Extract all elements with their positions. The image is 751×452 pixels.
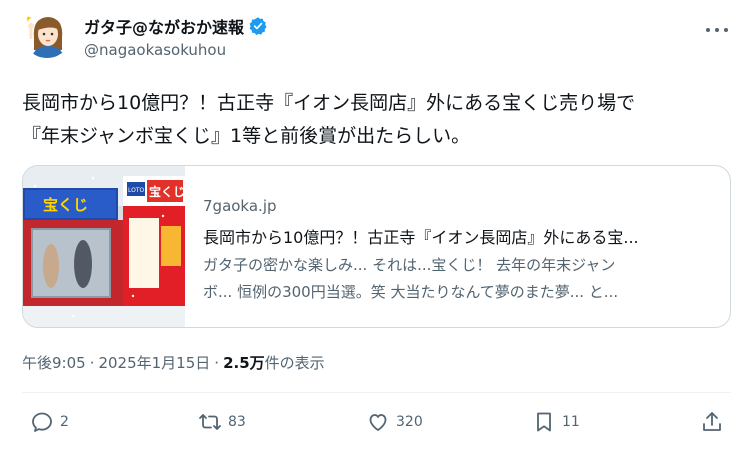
share-icon: [703, 412, 721, 431]
retweet-button[interactable]: 83: [198, 410, 246, 434]
reply-button[interactable]: 2: [30, 410, 69, 434]
views-count: 2.5万: [223, 354, 265, 372]
verified-badge-icon: [249, 17, 267, 35]
booth-sign-right: 宝くじ: [149, 184, 185, 199]
link-preview-image: 宝くじ LOTO 宝くじ: [23, 166, 185, 327]
divider: [22, 392, 731, 393]
link-description: ガタ子の密かな楽しみ... それは...宝くじ！ 去年の年末ジャン ボ... 恒…: [203, 252, 718, 306]
bookmark-button[interactable]: 11: [532, 410, 580, 434]
lottery-booth-photo-icon: 宝くじ LOTO 宝くじ: [23, 166, 185, 327]
views-label: 件の表示: [264, 354, 325, 372]
link-domain: 7gaoka.jp: [203, 197, 277, 215]
reply-icon: [32, 412, 52, 432]
like-count: 320: [396, 414, 423, 430]
avatar-illustration-icon: [22, 8, 72, 58]
retweet-icon: [199, 414, 221, 430]
bookmark-icon: [537, 412, 551, 432]
booth-sign-left: 宝くじ: [43, 196, 88, 214]
tweet-meta: 午後9:05 · 2025年1月15日 · 2.5万 件の表示: [22, 352, 325, 373]
heart-icon: [369, 414, 387, 431]
link-description-line-1: ガタ子の密かな楽しみ... それは...宝くじ！ 去年の年末ジャン: [203, 256, 616, 274]
more-options-icon[interactable]: [706, 20, 728, 40]
booth-logo: LOTO: [128, 187, 145, 194]
tweet-text-line-2: 『年末ジャンボ宝くじ』1等と前後賞が出たらしい。: [22, 125, 471, 147]
tweet-date[interactable]: 2025年1月15日: [98, 352, 210, 373]
reply-count: 2: [60, 414, 69, 430]
meta-separator-1: ·: [89, 353, 95, 372]
avatar[interactable]: [22, 8, 72, 58]
share-button[interactable]: [700, 410, 724, 434]
retweet-count: 83: [228, 414, 246, 430]
bookmark-count: 11: [562, 414, 580, 430]
link-description-line-2: ボ... 恒例の300円当選。笑 大当たりなんて夢のまた夢... と...: [203, 283, 619, 301]
like-button[interactable]: 320: [366, 410, 423, 434]
tweet-text-line-1: 長岡市から10億円？！古正寺『イオン長岡店』外にある宝くじ売り場で: [22, 92, 636, 114]
tweet-text: 長岡市から10億円？！古正寺『イオン長岡店』外にある宝くじ売り場で 『年末ジャン…: [22, 87, 734, 153]
meta-separator-2: ·: [214, 353, 220, 372]
author-name-row: ガタ子@ながおか速報: [84, 14, 268, 38]
tweet-time[interactable]: 午後9:05: [22, 352, 86, 373]
link-title: 長岡市から10億円？！古正寺『イオン長岡店』外にある宝...: [203, 228, 639, 247]
link-preview-card[interactable]: 宝くじ LOTO 宝くじ 7gaoka.jp 長岡市から10億円？！古正寺『イオ…: [22, 165, 731, 328]
author-display-name[interactable]: ガタ子@ながおか速報: [84, 14, 244, 38]
author-handle[interactable]: @nagaokasokuhou: [84, 41, 226, 59]
